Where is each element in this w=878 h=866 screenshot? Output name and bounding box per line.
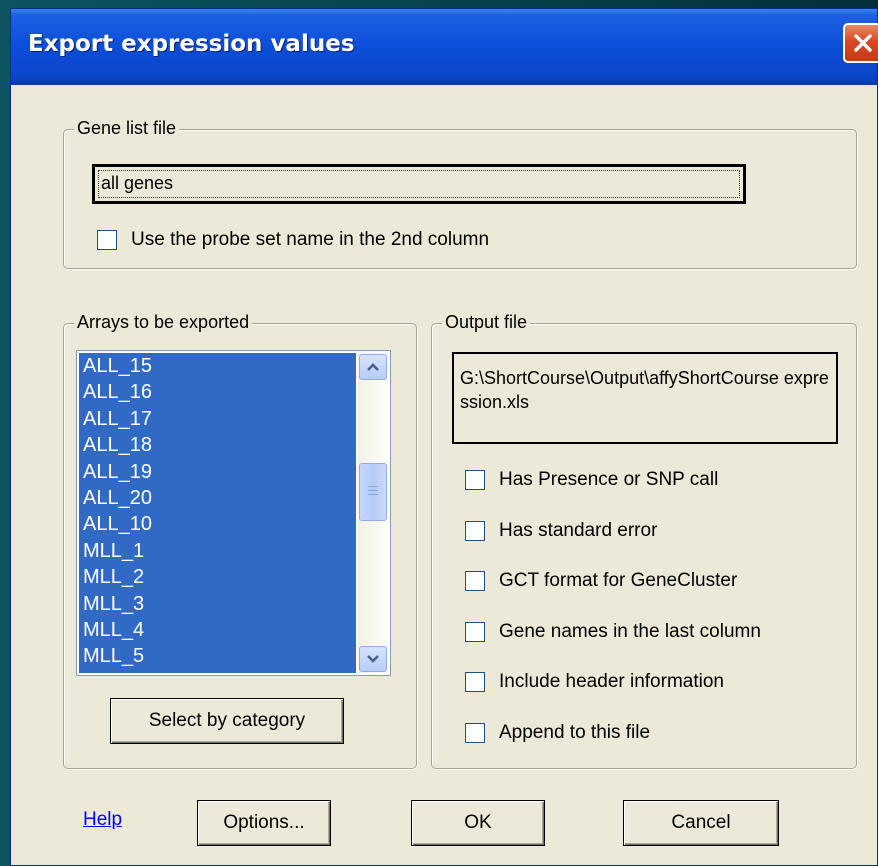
close-button[interactable] xyxy=(843,23,878,63)
list-item[interactable]: MLL_2 xyxy=(79,564,356,590)
output-option-checkbox[interactable]: GCT format for GeneCluster xyxy=(465,570,737,592)
gene-list-value: all genes xyxy=(98,170,740,198)
list-scrollbar[interactable] xyxy=(358,353,388,673)
output-option-checkbox[interactable]: Append to this file xyxy=(465,722,650,744)
output-option-label: Has Presence or SNP call xyxy=(499,469,719,490)
list-item[interactable]: ALL_10 xyxy=(79,511,356,537)
arrays-list[interactable]: ALL_15 ALL_16 ALL_17 ALL_18 ALL_19 ALL_20 ALL_… xyxy=(79,353,356,673)
list-item[interactable]: MLL_4 xyxy=(79,617,356,643)
list-item[interactable]: ALL_15 xyxy=(79,353,356,379)
checkbox-box[interactable] xyxy=(97,230,117,250)
output-group: Output file G:\ShortCourse\Output\affySh… xyxy=(431,312,857,769)
select-by-category-button[interactable]: Select by category xyxy=(110,698,344,744)
ok-button[interactable]: OK xyxy=(411,800,545,846)
output-legend: Output file xyxy=(442,312,531,333)
output-option-label: GCT format for GeneCluster xyxy=(499,570,738,591)
export-dialog: Export expression values Gene list file … xyxy=(10,8,878,866)
list-item[interactable]: ALL_19 xyxy=(79,459,356,485)
help-link[interactable]: Help xyxy=(83,809,122,831)
options-button[interactable]: Options... xyxy=(197,800,331,846)
output-option-checkbox[interactable]: Gene names in the last column xyxy=(465,621,761,643)
cancel-button[interactable]: Cancel xyxy=(623,800,779,846)
arrays-group: Arrays to be exported ALL_15 ALL_16 ALL_17… xyxy=(63,312,417,769)
output-option-label: Gene names in the last column xyxy=(499,620,761,642)
scroll-down-button[interactable] xyxy=(359,646,387,672)
arrays-legend: Arrays to be exported xyxy=(74,312,253,333)
list-item[interactable]: MLL_3 xyxy=(79,591,356,617)
checkbox-box[interactable] xyxy=(465,571,485,591)
output-option-label: Has standard error xyxy=(499,519,658,541)
gene-list-group: Gene list file all genes Use the probe s… xyxy=(63,118,857,269)
output-option-label: Include header information xyxy=(499,671,724,692)
checkbox-box[interactable] xyxy=(465,470,485,490)
checkbox-box[interactable] xyxy=(465,520,485,541)
list-item[interactable]: ALL_20 xyxy=(79,485,356,511)
checkbox-box[interactable] xyxy=(465,621,485,642)
output-path-field[interactable]: G:\ShortCourse\Output\affyShortCourse ex… xyxy=(452,352,838,444)
list-item[interactable]: ALL_18 xyxy=(79,432,356,458)
output-option-checkbox[interactable]: Has Presence or SNP call xyxy=(465,469,718,491)
gene-list-legend: Gene list file xyxy=(74,118,180,139)
probe-set-label: Use the probe set name in the 2nd column xyxy=(131,229,490,250)
output-option-checkbox[interactable]: Has standard error xyxy=(465,520,657,542)
output-option-checkbox[interactable]: Include header information xyxy=(465,671,724,693)
close-icon xyxy=(854,34,872,52)
list-item[interactable]: MLL_5 xyxy=(79,643,356,669)
gene-list-field[interactable]: all genes xyxy=(92,164,746,204)
scroll-thumb[interactable] xyxy=(359,463,387,521)
list-item[interactable]: MLL_1 xyxy=(79,538,356,564)
checkbox-box[interactable] xyxy=(465,722,485,743)
probe-set-checkbox[interactable]: Use the probe set name in the 2nd column xyxy=(97,229,489,251)
scroll-up-icon xyxy=(367,363,379,371)
output-option-label: Append to this file xyxy=(499,721,651,743)
scroll-up-button[interactable] xyxy=(359,354,387,380)
title-bar[interactable]: Export expression values xyxy=(11,9,878,85)
list-item[interactable]: ALL_16 xyxy=(79,379,356,405)
arrays-listbox[interactable]: ALL_15 ALL_16 ALL_17 ALL_18 ALL_19 ALL_20 ALL_… xyxy=(76,350,391,676)
list-item[interactable]: ALL_17 xyxy=(79,406,356,432)
checkbox-box[interactable] xyxy=(465,672,485,692)
dialog-title: Export expression values xyxy=(28,31,355,57)
scroll-down-icon xyxy=(367,655,379,663)
